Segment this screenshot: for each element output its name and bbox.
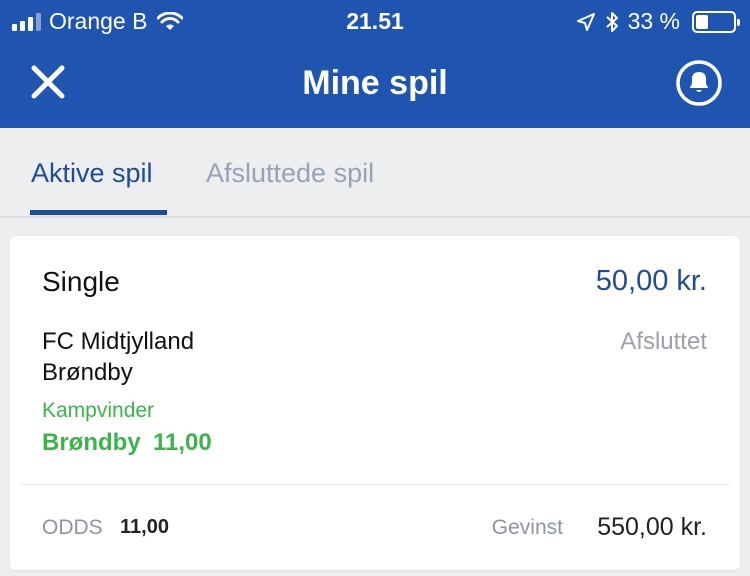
bet-market: Kampvinder [42,399,155,422]
away-team: Brøndby [42,359,133,386]
close-button[interactable] [26,60,70,104]
battery-percent: 33 % [627,8,680,34]
status-bar-left: Orange B [12,8,184,35]
win-value: 550,00 kr. [597,513,707,541]
selection-odds: 11,00 [153,429,212,456]
battery-icon [692,10,740,33]
notifications-button[interactable] [674,58,724,108]
odds-label: ODDS [42,516,103,539]
home-team: FC Midtjylland [42,328,195,355]
bet-selection: Brøndby [42,429,141,456]
bell-icon [676,60,722,106]
signal-icon [12,12,41,31]
nav-bar: Mine spil [0,42,750,128]
bluetooth-icon [605,11,618,32]
odds-value: 11,00 [120,516,169,538]
card-divider [20,484,730,485]
app-header: Orange B 21.51 33 % Mine spil [0,0,750,128]
location-icon [576,12,595,31]
win-label: Gevinst [491,516,563,539]
tab-active-bets[interactable]: Aktive spil [31,158,153,189]
wifi-icon [157,11,184,30]
carrier-name: Orange B [49,8,148,34]
bet-type: Single [42,266,120,297]
page-title: Mine spil [302,64,448,102]
status-bar-right: 33 % [576,8,740,35]
battery-fill [696,14,708,29]
tab-finished-bets[interactable]: Afsluttede spil [206,158,374,189]
close-icon [31,65,65,99]
bet-status: Afsluttet [620,328,707,355]
status-bar: Orange B 21.51 33 % [0,0,750,42]
tab-bar: Aktive spil Afsluttede spil [0,128,750,218]
bet-stake: 50,00 kr. [595,265,707,297]
bet-card[interactable]: Single 50,00 kr. FC Midtjylland Brøndby … [10,236,740,570]
active-tab-indicator [30,210,167,215]
